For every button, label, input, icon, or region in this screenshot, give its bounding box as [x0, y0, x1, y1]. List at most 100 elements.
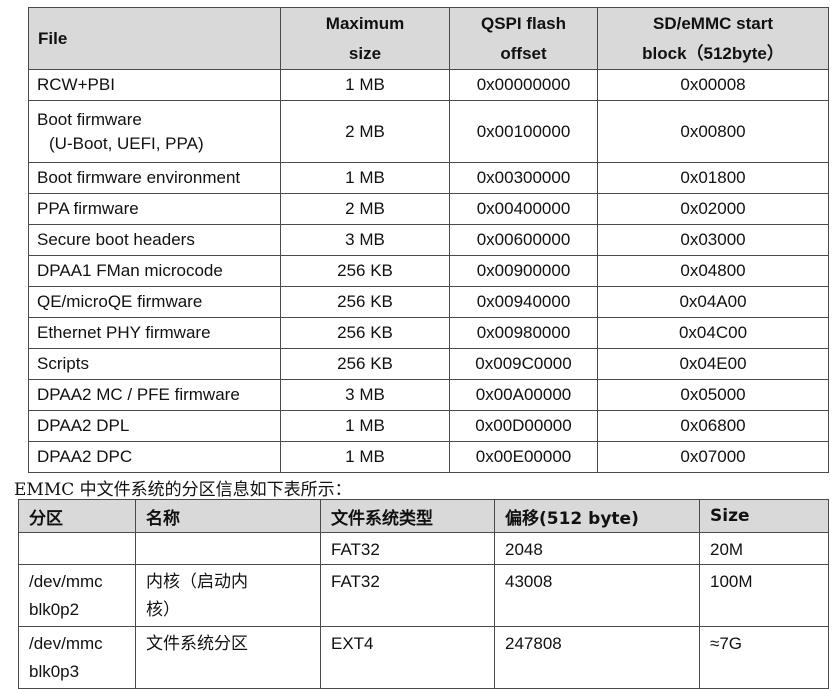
cell-offset: 247808	[494, 626, 700, 689]
file-name: PPA firmware	[37, 199, 139, 218]
cell-name: 文件系统分区	[135, 626, 321, 689]
cell-max-size: 1 MB	[280, 69, 450, 101]
table-row: RCW+PBI 1 MB 0x00000000 0x00008	[28, 69, 829, 101]
header-sd-line1: SD/eMMC start	[653, 13, 773, 33]
cell-qspi-offset: 0x00100000	[449, 100, 598, 163]
cell-sd-start-block: 0x07000	[597, 441, 829, 473]
header-offset: 偏移(512 byte)	[494, 499, 700, 533]
cell-partition: /dev/mmc blk0p2	[18, 564, 136, 627]
header-max-size-line1: Maximum	[325, 13, 405, 33]
cell-file: RCW+PBI	[28, 69, 281, 101]
partition-line2: blk0p2	[29, 600, 80, 619]
header-max-size-line2: size	[348, 43, 382, 63]
cell-qspi-offset: 0x00980000	[449, 317, 598, 349]
cell-file: DPAA2 MC / PFE firmware	[28, 379, 281, 411]
file-name: Ethernet PHY firmware	[37, 323, 211, 342]
table-header-row: 分区 名称 文件系统类型 偏移(512 byte) Size	[18, 499, 829, 533]
header-sd-line2: block（512byte）	[642, 43, 784, 63]
cell-qspi-offset: 0x00900000	[449, 255, 598, 287]
table-row: PPA firmware 2 MB 0x00400000 0x02000	[28, 193, 829, 225]
cell-sd-start-block: 0x04800	[597, 255, 829, 287]
table-row: QE/microQE firmware 256 KB 0x00940000 0x04A…	[28, 286, 829, 318]
cell-qspi-offset: 0x00D00000	[449, 410, 598, 442]
file-name-line2: (U-Boot, UEFI, PPA)	[49, 133, 204, 153]
name-line1: 文件系统分区	[146, 634, 248, 654]
cell-qspi-offset: 0x009C0000	[449, 348, 598, 380]
cell-size: ≈7G	[699, 626, 829, 689]
cell-file: DPAA2 DPC	[28, 441, 281, 473]
partition-line2: blk0p3	[29, 662, 80, 681]
cell-qspi-offset: 0x00600000	[449, 224, 598, 256]
clipped-text-line	[0, 0, 832, 6]
table-row: Boot firmware environment 1 MB 0x00300000 0…	[28, 162, 829, 194]
cell-sd-start-block: 0x01800	[597, 162, 829, 194]
partition-line1: /dev/mmc	[29, 572, 103, 591]
cell-partition: /dev/mmc blk0p3	[18, 626, 136, 689]
table-row: DPAA2 MC / PFE firmware 3 MB 0x00A00000 0x0…	[28, 379, 829, 411]
cell-sd-start-block: 0x00800	[597, 100, 829, 163]
cell-sd-start-block: 0x02000	[597, 193, 829, 225]
cell-file: PPA firmware	[28, 193, 281, 225]
table-row: DPAA1 FMan microcode 256 KB 0x00900000 0x04…	[28, 255, 829, 287]
header-size: Size	[699, 499, 829, 533]
header-file: File	[28, 7, 281, 70]
cell-file: Secure boot headers	[28, 224, 281, 256]
table-row: Ethernet PHY firmware 256 KB 0x00980000 0x0…	[28, 317, 829, 349]
cell-name: 内核（启动内 核）	[135, 564, 321, 627]
cell-max-size: 2 MB	[280, 100, 450, 163]
cell-file: DPAA2 DPL	[28, 410, 281, 442]
cell-max-size: 256 KB	[280, 348, 450, 380]
file-name: DPAA2 MC / PFE firmware	[37, 385, 240, 404]
file-name: DPAA2 DPL	[37, 416, 130, 435]
cell-sd-start-block: 0x04E00	[597, 348, 829, 380]
cell-fs-type: FAT32	[320, 564, 495, 627]
file-name: Scripts	[37, 354, 89, 373]
file-name: Secure boot headers	[37, 230, 195, 249]
cell-max-size: 256 KB	[280, 317, 450, 349]
cell-max-size: 256 KB	[280, 286, 450, 318]
cell-partition	[18, 532, 136, 565]
cell-offset: 43008	[494, 564, 700, 627]
cell-max-size: 2 MB	[280, 193, 450, 225]
header-fs-type: 文件系统类型	[320, 499, 495, 533]
table-row: DPAA2 DPC 1 MB 0x00E00000 0x07000	[28, 441, 829, 473]
header-qspi-offset: QSPI flash offset	[449, 7, 598, 70]
cell-max-size: 1 MB	[280, 441, 450, 473]
cell-file: Scripts	[28, 348, 281, 380]
header-name: 名称	[135, 499, 321, 533]
cell-file: Boot firmware environment	[28, 162, 281, 194]
header-qspi-line2: offset	[500, 43, 547, 63]
table-row: /dev/mmc blk0p3 文件系统分区 EXT4 247808 ≈7G	[18, 626, 829, 689]
flash-layout-table: File Maximum size QSPI flash offset SD/e…	[28, 7, 829, 473]
cell-max-size: 256 KB	[280, 255, 450, 287]
cell-size: 100M	[699, 564, 829, 627]
file-name: Boot firmware	[37, 109, 142, 129]
cell-size: 20M	[699, 532, 829, 565]
table-row: Secure boot headers 3 MB 0x00600000 0x03000	[28, 224, 829, 256]
file-name: DPAA2 DPC	[37, 447, 133, 466]
partition-line1: /dev/mmc	[29, 634, 103, 653]
cell-qspi-offset: 0x00300000	[449, 162, 598, 194]
file-name: QE/microQE firmware	[37, 292, 203, 311]
cell-name	[135, 532, 321, 565]
cell-file: Boot firmware (U-Boot, UEFI, PPA)	[28, 100, 281, 163]
header-sd-start-block: SD/eMMC start block（512byte）	[597, 7, 829, 70]
cell-fs-type: FAT32	[320, 532, 495, 565]
header-partition: 分区	[18, 499, 136, 533]
cell-file: DPAA1 FMan microcode	[28, 255, 281, 287]
file-name: Boot firmware environment	[37, 168, 241, 187]
cell-sd-start-block: 0x06800	[597, 410, 829, 442]
cell-sd-start-block: 0x04C00	[597, 317, 829, 349]
header-qspi-line1: QSPI flash	[480, 13, 567, 33]
table-row: /dev/mmc blk0p2 内核（启动内 核） FAT32 43008 100M	[18, 564, 829, 627]
cell-qspi-offset: 0x00000000	[449, 69, 598, 101]
cell-max-size: 1 MB	[280, 410, 450, 442]
cell-max-size: 1 MB	[280, 162, 450, 194]
name-line2: 核）	[146, 600, 180, 620]
cell-sd-start-block: 0x05000	[597, 379, 829, 411]
cell-offset: 2048	[494, 532, 700, 565]
file-name: DPAA1 FMan microcode	[37, 261, 223, 280]
file-name: RCW+PBI	[37, 75, 115, 94]
cell-qspi-offset: 0x00940000	[449, 286, 598, 318]
table-row: FAT32 2048 20M	[18, 532, 829, 565]
